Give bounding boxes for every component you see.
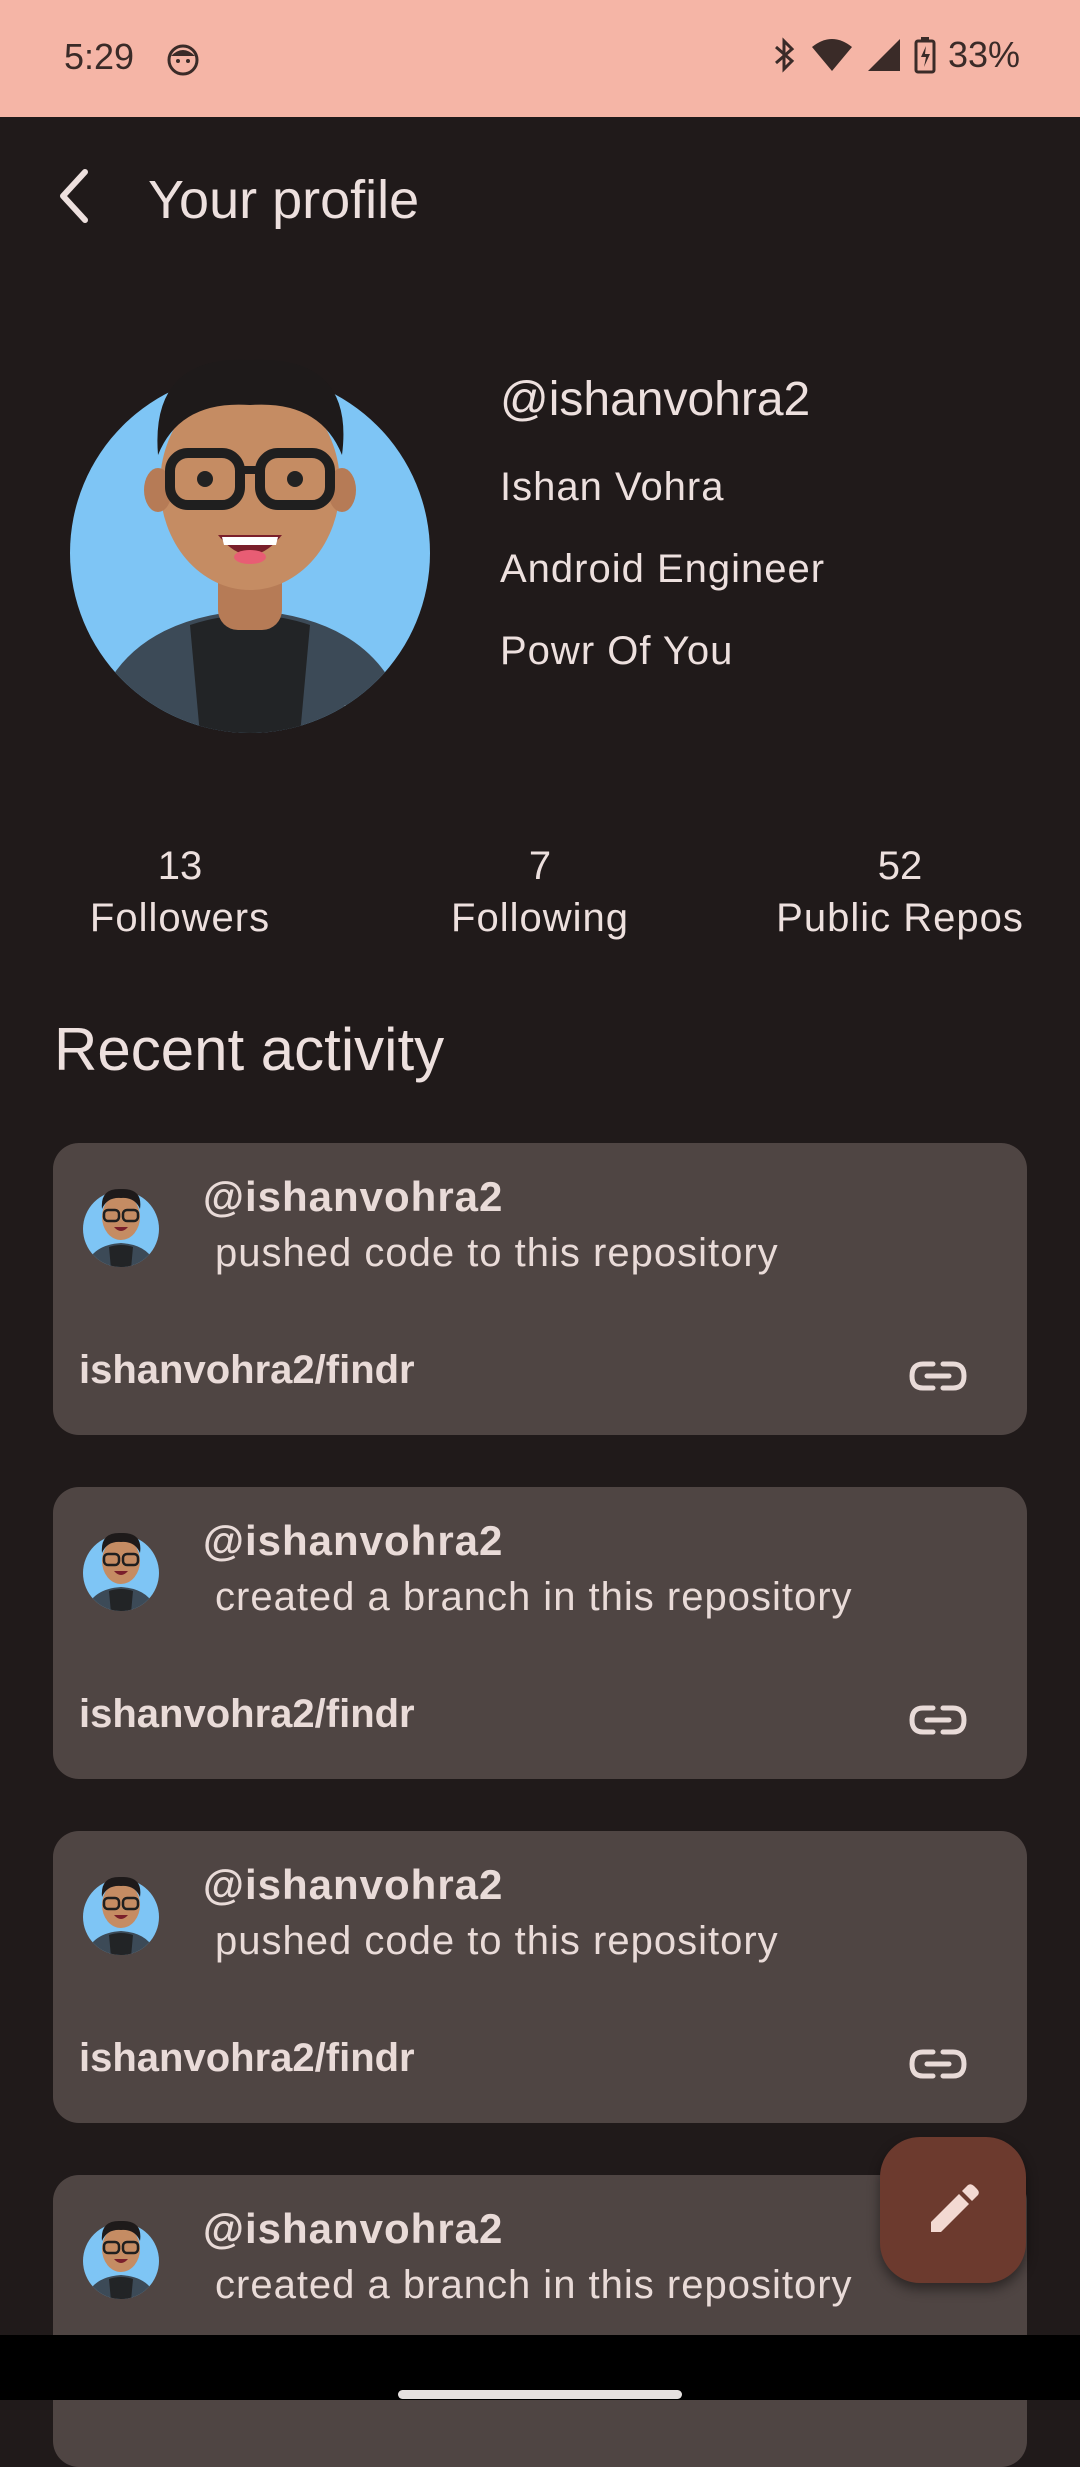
stat-followers[interactable]: 13 Followers (30, 840, 330, 944)
user-avatar (81, 2215, 161, 2301)
profile-handle: @ishanvohra2 (500, 373, 811, 426)
activity-user: @ishanvohra2 (203, 1861, 504, 1908)
face-icon (167, 44, 199, 76)
page-title: Your profile (148, 170, 420, 230)
stat-following[interactable]: 7 Following (390, 840, 690, 944)
stat-value: 52 (877, 844, 923, 888)
stat-label: Following (451, 896, 629, 940)
edit-profile-fab[interactable] (880, 2137, 1026, 2283)
activity-card[interactable]: @ishanvohra2 pushed code to this reposit… (53, 1831, 1027, 2123)
activity-repo: ishanvohra2/findr (79, 1348, 415, 1392)
back-arrow-icon (60, 169, 88, 223)
user-avatar (81, 1871, 161, 1957)
user-avatar (81, 1527, 161, 1613)
bluetooth-icon (774, 37, 795, 73)
activity-user: @ishanvohra2 (203, 1173, 504, 1220)
activity-action: pushed code to this repository (215, 1919, 779, 1963)
status-icons: 33% (770, 34, 1020, 76)
profile-stats: 13 Followers 7 Following 52 Public Repos (0, 840, 1080, 960)
profile-name: Ishan Vohra (500, 465, 725, 509)
activity-repo: ishanvohra2/findr (79, 2036, 415, 2080)
signal-icon (867, 39, 900, 71)
battery-icon (914, 37, 936, 74)
stat-public-repos[interactable]: 52 Public Repos (750, 840, 1050, 944)
stat-value: 13 (157, 844, 203, 888)
app-bar: Your profile (0, 117, 1080, 287)
profile-job-title: Android Engineer (500, 547, 826, 591)
recent-activity-title: Recent activity (54, 1016, 445, 1083)
activity-user: @ishanvohra2 (203, 1517, 504, 1564)
status-bar: 5:29 33% (0, 0, 1080, 117)
home-indicator[interactable] (398, 2390, 682, 2399)
activity-action: created a branch in this repository (215, 2263, 853, 2307)
stat-label: Public Repos (776, 896, 1024, 940)
status-time: 5:29 (64, 36, 135, 77)
activity-card[interactable]: @ishanvohra2 created a branch in this re… (53, 1487, 1027, 1779)
profile-company: Powr Of You (500, 629, 734, 673)
profile-info: @ishanvohra2 Ishan Vohra Android Enginee… (500, 370, 825, 676)
stat-value: 7 (528, 844, 552, 888)
activity-action: created a branch in this repository (215, 1575, 853, 1619)
stat-label: Followers (89, 896, 271, 940)
link-icon[interactable] (905, 2031, 971, 2097)
battery-percent: 33% (947, 34, 1020, 75)
user-avatar (81, 1183, 161, 1269)
link-icon[interactable] (905, 1687, 971, 1753)
back-button[interactable] (40, 161, 110, 231)
activity-user: @ishanvohra2 (203, 2205, 504, 2252)
wifi-icon (811, 39, 852, 71)
profile-avatar (70, 359, 430, 733)
activity-card[interactable]: @ishanvohra2 pushed code to this reposit… (53, 1143, 1027, 1435)
activity-action: pushed code to this repository (215, 1231, 779, 1275)
edit-pencil-icon (931, 2184, 979, 2232)
link-icon[interactable] (905, 1343, 971, 1409)
activity-repo: ishanvohra2/findr (79, 1692, 415, 1736)
